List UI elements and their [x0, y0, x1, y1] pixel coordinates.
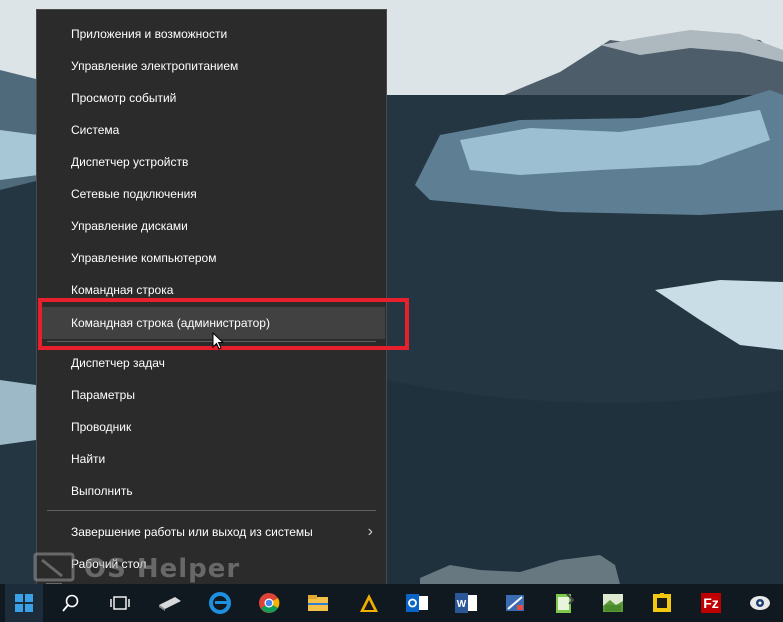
word-icon: W: [455, 593, 477, 613]
taskbar: W Fz: [0, 584, 783, 622]
menu-item-label: Сетевые подключения: [71, 187, 197, 201]
png-viewer-icon: [603, 594, 623, 612]
menu-item-label: Управление электропитанием: [71, 59, 239, 73]
menu-item-label: Выполнить: [71, 484, 133, 498]
windows-start-icon: [15, 594, 33, 612]
taskbar-app-outlook[interactable]: [398, 584, 436, 622]
menu-item-label: Диспетчер устройств: [71, 155, 189, 169]
menu-item-computer-management[interactable]: Управление компьютером: [38, 242, 385, 274]
outlook-icon: [406, 594, 428, 612]
image-editor-icon: [506, 595, 524, 611]
search-icon: [62, 594, 79, 612]
menu-item-label: Параметры: [71, 388, 135, 402]
taskbar-app-puzzle[interactable]: [643, 584, 681, 622]
taskbar-app-file-explorer[interactable]: [299, 584, 337, 622]
menu-item-label: Управление компьютером: [71, 251, 217, 265]
taskbar-app-winamp[interactable]: [350, 584, 388, 622]
menu-item-network-connections[interactable]: Сетевые подключения: [38, 178, 385, 210]
start-button[interactable]: [5, 584, 43, 622]
screen-app-icon: [750, 596, 770, 610]
menu-item-event-viewer[interactable]: Просмотр событий: [38, 82, 385, 114]
file-explorer-icon: [308, 595, 328, 611]
menu-item-label: Просмотр событий: [71, 91, 177, 105]
menu-item-device-manager[interactable]: Диспетчер устройств: [38, 146, 385, 178]
taskbar-app-word[interactable]: W: [447, 584, 485, 622]
menu-item-disk-management[interactable]: Управление дисками: [38, 210, 385, 242]
taskbar-app-image-editor[interactable]: [496, 584, 534, 622]
menu-item-shutdown-signout[interactable]: Завершение работы или выход из системы ›: [38, 516, 385, 548]
taskbar-app-edge[interactable]: [201, 584, 239, 622]
task-view-button[interactable]: [101, 584, 139, 622]
menu-separator: [47, 510, 376, 511]
edge-icon: [209, 592, 231, 614]
taskbar-app-notepad[interactable]: [545, 584, 583, 622]
puzzle-app-icon: [653, 593, 671, 612]
menu-item-settings[interactable]: Параметры: [38, 379, 385, 411]
svg-text:W: W: [457, 599, 467, 610]
menu-item-file-explorer[interactable]: Проводник: [38, 411, 385, 443]
search-button[interactable]: [52, 584, 90, 622]
watermark-text: OS Helper: [84, 554, 241, 584]
chevron-right-icon: ›: [367, 523, 373, 540]
menu-item-label: Найти: [71, 452, 106, 466]
menu-item-label: Приложения и возможности: [71, 27, 228, 41]
menu-item-label: Командная строка: [71, 283, 174, 297]
mouse-pointer-icon: [212, 332, 225, 350]
menu-item-system[interactable]: Система: [38, 114, 385, 146]
filezilla-icon: Fz: [701, 593, 721, 613]
taskbar-app-png-viewer[interactable]: [594, 584, 632, 622]
menu-item-label: Диспетчер задач: [71, 356, 165, 370]
usb-drive-icon: [159, 597, 181, 611]
menu-item-label: Система: [71, 123, 120, 137]
menu-item-label: Проводник: [71, 420, 132, 434]
winamp-icon: [360, 594, 378, 612]
notepad-icon: [556, 593, 575, 613]
menu-item-apps-features[interactable]: Приложения и возможности: [38, 18, 385, 50]
menu-item-run[interactable]: Выполнить: [38, 475, 385, 507]
taskbar-app-filezilla[interactable]: Fz: [692, 584, 730, 622]
menu-item-label: Управление дисками: [71, 219, 188, 233]
menu-item-label: Завершение работы или выход из системы: [71, 525, 313, 539]
taskbar-app-chrome[interactable]: [250, 584, 288, 622]
taskbar-app-usb[interactable]: [151, 584, 189, 622]
task-view-icon: [110, 596, 130, 610]
menu-item-power-options[interactable]: Управление электропитанием: [38, 50, 385, 82]
svg-text:Fz: Fz: [703, 595, 719, 611]
menu-item-search[interactable]: Найти: [38, 443, 385, 475]
chrome-icon: [259, 593, 280, 613]
taskbar-app-screen[interactable]: [741, 584, 779, 622]
